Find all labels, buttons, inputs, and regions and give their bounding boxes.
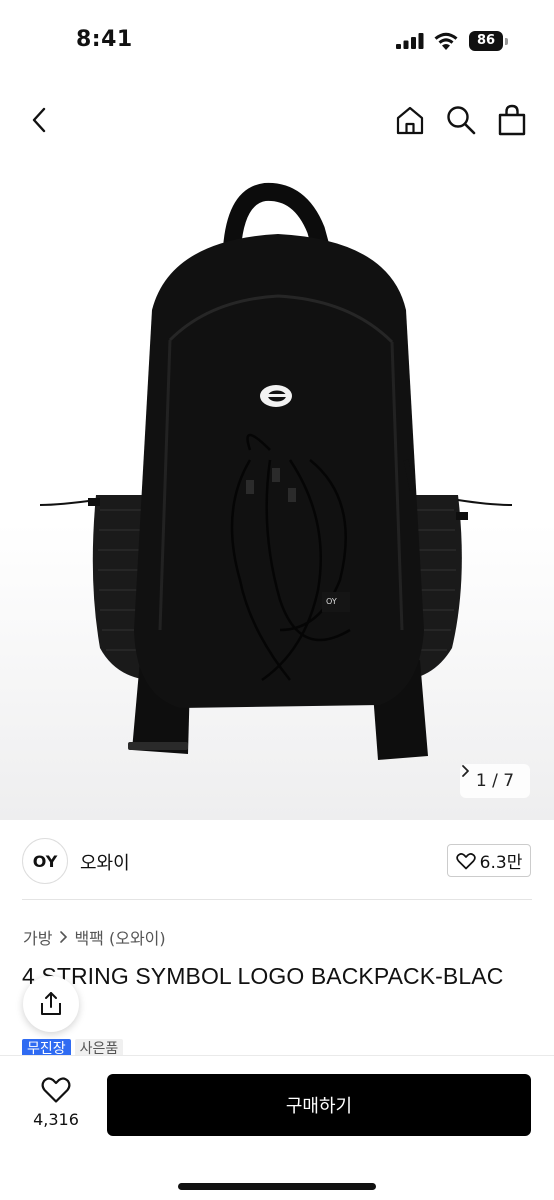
wishlist-button[interactable]: 4,316 xyxy=(28,1076,84,1136)
search-icon xyxy=(447,106,476,135)
share-icon xyxy=(41,992,61,1015)
brand-logo[interactable]: OY xyxy=(22,838,68,884)
brand-like-button[interactable]: 6.3만 xyxy=(447,844,531,877)
share-button[interactable] xyxy=(23,976,79,1032)
status-time: 8:41 xyxy=(76,27,133,52)
product-image-gallery[interactable]: OY 1 / 7 xyxy=(0,160,554,820)
svg-text:OY: OY xyxy=(326,597,337,606)
bottom-purchase-bar: 4,316 구매하기 xyxy=(0,1055,554,1200)
breadcrumb: 가방 백팩 (오와이) xyxy=(23,925,166,949)
top-nav-bar xyxy=(0,80,554,160)
pager-label: 1 / 7 xyxy=(475,771,515,791)
cellular-signal-icon xyxy=(396,33,424,49)
battery-level: 86 xyxy=(469,31,503,51)
search-button[interactable] xyxy=(441,100,481,140)
brand-row[interactable]: OY 오와이 6.3만 xyxy=(0,820,554,900)
breadcrumb-category[interactable]: 가방 xyxy=(23,925,52,949)
wishlist-count: 4,316 xyxy=(33,1110,79,1129)
shopping-bag-icon xyxy=(498,104,526,136)
home-indicator xyxy=(178,1183,376,1190)
buy-button[interactable]: 구매하기 xyxy=(107,1074,531,1136)
chevron-right-icon xyxy=(60,931,68,943)
breadcrumb-subcategory[interactable]: 백팩 (오와이) xyxy=(74,925,165,949)
divider xyxy=(22,899,532,900)
product-image: OY xyxy=(39,182,513,760)
chevron-left-icon xyxy=(32,107,46,133)
home-icon xyxy=(396,106,424,135)
brand-like-count: 6.3만 xyxy=(479,853,523,873)
back-button[interactable] xyxy=(20,100,60,140)
brand-name[interactable]: 오와이 xyxy=(80,849,130,875)
wifi-icon xyxy=(434,32,458,50)
heart-icon xyxy=(41,1077,71,1103)
product-title: 4 STRING SYMBOL LOGO BACKPACK-BLAC xyxy=(22,963,504,989)
status-bar: 8:41 86 xyxy=(0,0,554,80)
battery-icon: 86 xyxy=(469,31,509,51)
heart-icon xyxy=(455,852,476,869)
image-pager[interactable]: 1 / 7 xyxy=(460,764,530,798)
cart-button[interactable] xyxy=(492,100,532,140)
chevron-right-icon xyxy=(462,765,469,777)
home-button[interactable] xyxy=(390,100,430,140)
